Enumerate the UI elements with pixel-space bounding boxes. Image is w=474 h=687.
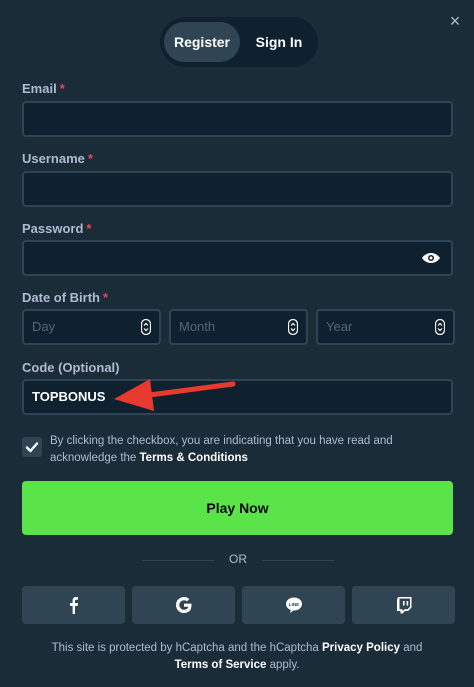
google-button[interactable] [132,586,235,624]
month-placeholder: Month [179,319,216,334]
annotation-arrow-icon [114,379,236,411]
divider-line [142,560,214,561]
footer-text: This site is protected by hCaptcha and t… [51,642,323,654]
password-field[interactable] [22,240,453,276]
line-icon: LINE [286,597,302,613]
captcha-notice: This site is protected by hCaptcha and t… [30,640,444,674]
required-marker: * [87,151,93,166]
privacy-policy-link[interactable]: Privacy Policy [322,642,400,654]
dob-label-text: Date of Birth [22,290,100,305]
line-button[interactable]: LINE [242,586,345,624]
dob-label: Date of Birth * [22,290,108,305]
svg-text:LINE: LINE [289,602,299,607]
terms-checkbox[interactable] [22,437,42,457]
footer-text: apply. [266,659,300,671]
month-field[interactable]: Month [169,309,308,345]
code-field[interactable]: TOPBONUS [22,379,453,415]
username-field[interactable] [22,171,453,207]
twitch-button[interactable] [352,586,455,624]
close-icon[interactable]: × [444,10,466,32]
username-label-text: Username [22,151,85,166]
required-marker: * [86,221,92,236]
tab-sign-in[interactable]: Sign In [244,22,314,62]
code-label: Code (Optional) [22,360,120,375]
tab-register[interactable]: Register [164,22,240,62]
code-label-text: Code (Optional) [22,360,120,375]
year-placeholder: Year [326,319,353,334]
year-field[interactable]: Year [316,309,455,345]
google-icon [176,597,192,613]
eye-icon[interactable] [421,250,441,266]
email-label-text: Email [22,81,57,96]
email-field[interactable] [22,101,453,137]
email-label: Email * [22,81,65,96]
play-now-button[interactable]: Play Now [22,481,453,535]
checkmark-icon [25,442,39,453]
stepper-icon[interactable] [434,318,446,336]
twitch-icon [397,597,412,614]
password-label: Password * [22,221,91,236]
auth-tabs: Register Sign In [160,17,318,67]
required-marker: * [103,290,109,305]
code-value: TOPBONUS [32,389,106,404]
required-marker: * [59,81,65,96]
stepper-icon[interactable] [287,318,299,336]
day-field[interactable]: Day [22,309,161,345]
divider-or: OR [229,552,247,566]
terms-link[interactable]: Terms & Conditions [140,452,248,464]
terms-of-service-link[interactable]: Terms of Service [175,659,267,671]
footer-text: and [400,642,423,654]
divider-line [262,560,334,561]
facebook-button[interactable] [22,586,125,624]
stepper-icon[interactable] [140,318,152,336]
username-label: Username * [22,151,93,166]
facebook-icon [70,597,78,614]
day-placeholder: Day [32,319,56,334]
terms-text: By clicking the checkbox, you are indica… [50,433,450,467]
password-label-text: Password [22,221,84,236]
